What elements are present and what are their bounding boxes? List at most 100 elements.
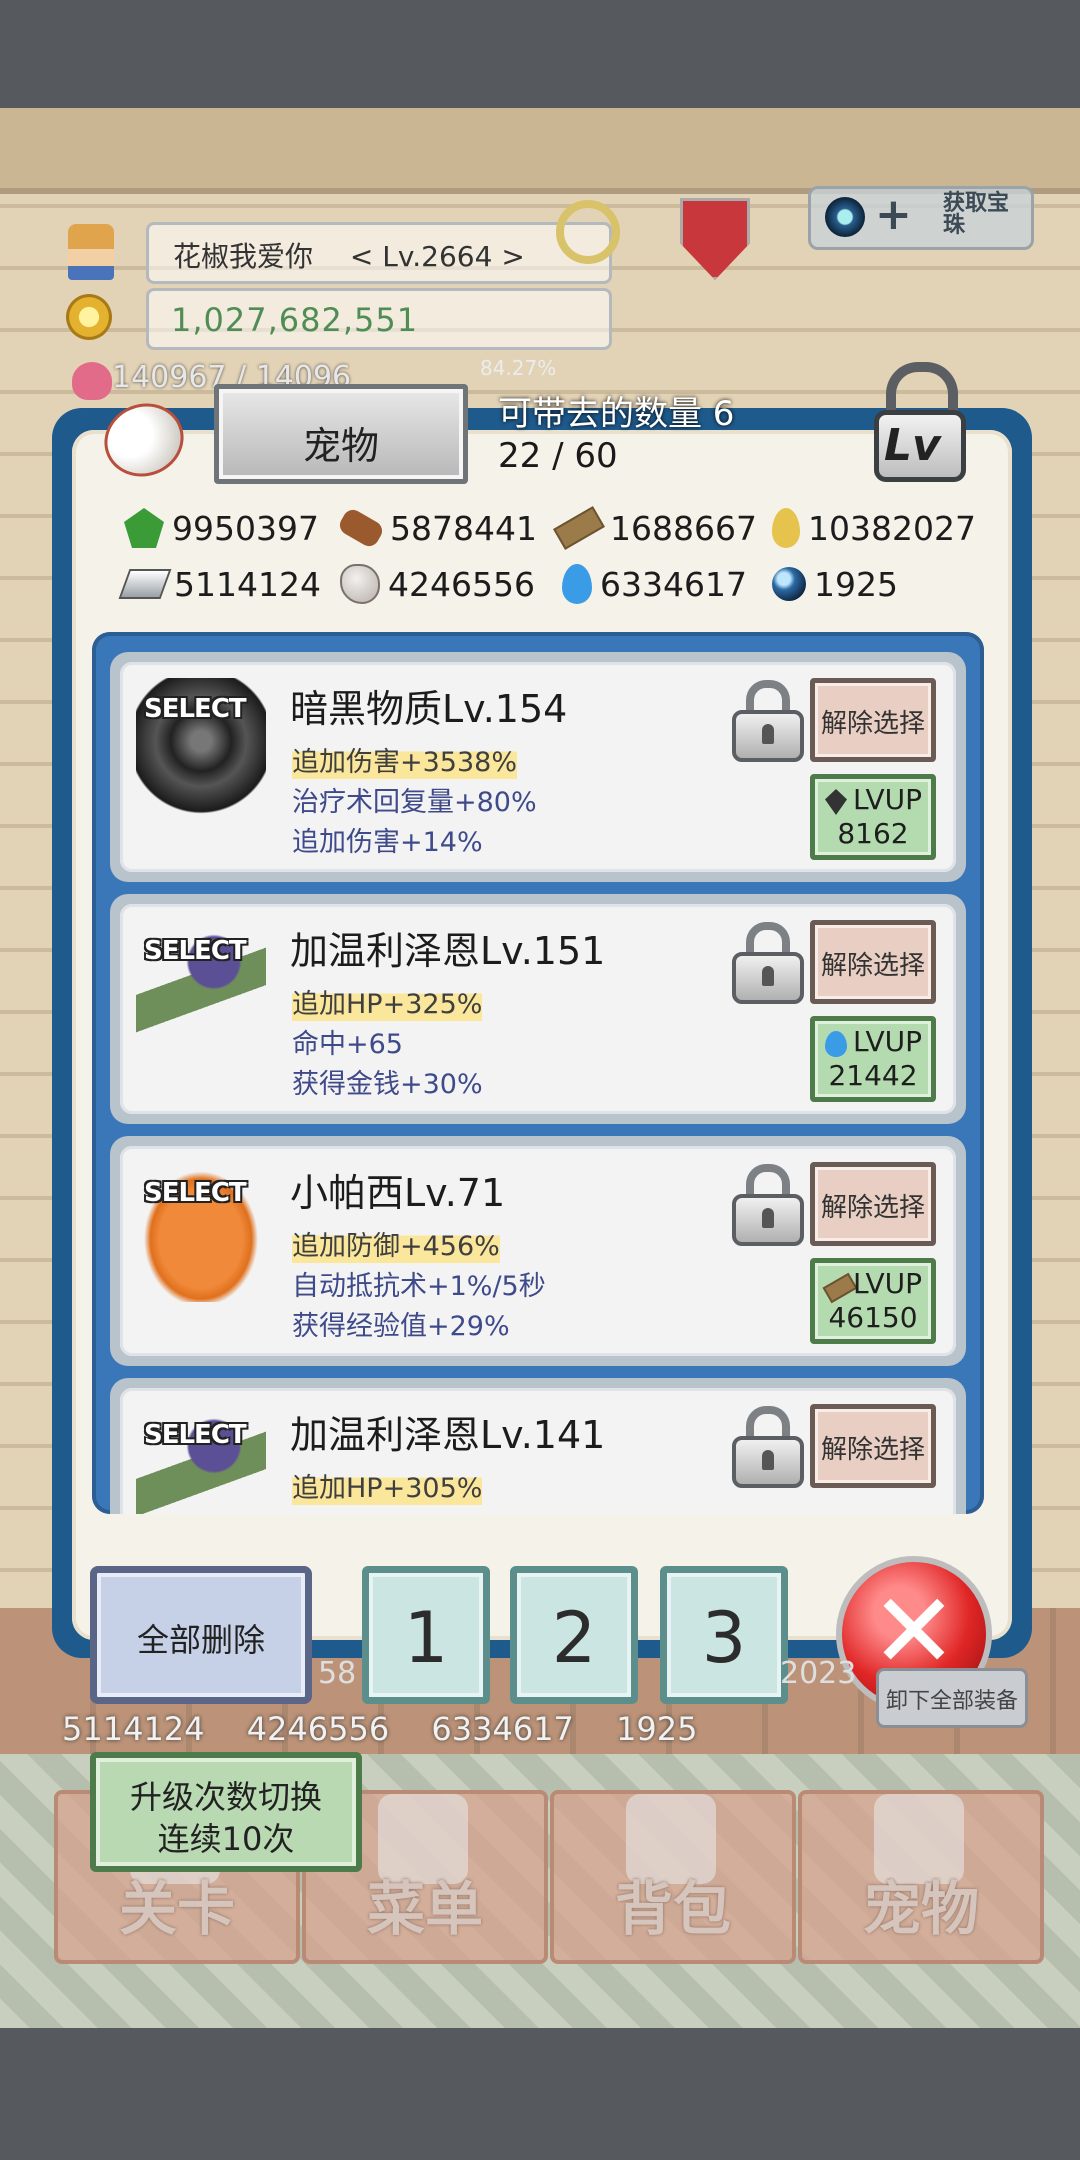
gem-icon xyxy=(825,789,847,815)
deselect-button[interactable]: 解除选择 xyxy=(810,920,936,1004)
lock-button[interactable] xyxy=(732,1406,804,1490)
select-badge: SELECT xyxy=(144,694,247,724)
pet-card[interactable]: SELECT 加温利泽恩Lv.141 追加HP+305% 解除选择 xyxy=(110,1378,966,1514)
upgrade-toggle-value: 连续10次 xyxy=(157,1820,295,1858)
pet-stat: 获得金钱+30% xyxy=(292,1069,483,1100)
select-badge: SELECT xyxy=(144,1178,247,1208)
orb-icon xyxy=(772,567,806,601)
deselect-button[interactable]: 解除选择 xyxy=(810,678,936,762)
level-up-button[interactable]: LVUP 46150 xyxy=(810,1258,936,1344)
resource-value: 1925 xyxy=(814,564,898,604)
resource-value: 4246556 xyxy=(388,564,535,604)
hud-resource-line: 5114124 4246556 6334617 1925 xyxy=(62,1710,698,1748)
deselect-label: 解除选择 xyxy=(820,1193,925,1223)
pet-card[interactable]: SELECT 暗黑物质Lv.154 追加伤害+3538% 治疗术回复量+80% … xyxy=(110,652,966,882)
gold-amount: 1,027,682,551 xyxy=(171,301,419,339)
resource-rock: 4246556 xyxy=(340,562,535,606)
carry-limit-label: 可带去的数量 6 xyxy=(498,394,735,434)
slot-label: 1 xyxy=(403,1597,449,1679)
level-lock-button[interactable]: Lv xyxy=(868,362,972,482)
resource-value: 9950397 xyxy=(172,508,319,548)
orb-icon xyxy=(825,197,865,237)
pet-name: 暗黑物质Lv.154 xyxy=(290,687,568,731)
pet-name: 小帕西Lv.71 xyxy=(290,1171,506,1215)
resource-value: 10382027 xyxy=(808,508,976,548)
delete-all-label: 全部删除 xyxy=(136,1621,265,1659)
resource-value: 1688667 xyxy=(610,508,757,548)
player-avatar xyxy=(68,224,114,280)
level-up-button[interactable]: LVUP 21442 xyxy=(810,1016,936,1102)
lock-button[interactable] xyxy=(732,1164,804,1248)
plank-icon xyxy=(553,506,605,550)
lock-button[interactable] xyxy=(732,680,804,764)
resource-drop: 10382027 xyxy=(772,506,976,550)
exp-percent: 84.27% xyxy=(480,356,557,380)
deselect-button[interactable]: 解除选择 xyxy=(810,1162,936,1246)
resource-fire: 6334617 xyxy=(562,562,747,606)
pet-card[interactable]: SELECT 小帕西Lv.71 追加防御+456% 自动抵抗术+1%/5秒 获得… xyxy=(110,1136,966,1366)
get-gem-label: 获取宝珠 xyxy=(943,191,1010,238)
delete-all-button[interactable]: 全部删除 xyxy=(90,1566,312,1704)
preset-slot-3-button[interactable]: 3 xyxy=(660,1566,788,1704)
pet-stat-main: 追加HP+305% xyxy=(292,1466,483,1505)
leaf-icon xyxy=(124,508,164,548)
preset-slot-2-button[interactable]: 2 xyxy=(510,1566,638,1704)
unequip-all-button[interactable]: 卸下全部装备 xyxy=(876,1668,1028,1728)
pet-card[interactable]: SELECT 加温利泽恩Lv.151 追加HP+325% 命中+65 获得金钱+… xyxy=(110,894,966,1124)
resource-orb: 1925 xyxy=(772,562,898,606)
drop-icon xyxy=(772,508,800,548)
pet-stat: 治疗术回复量+80% xyxy=(292,787,537,818)
plus-icon: + xyxy=(875,189,912,240)
level-up-button[interactable]: LVUP 8162 xyxy=(810,774,936,860)
pet-stat-main: 追加防御+456% xyxy=(292,1224,500,1263)
pet-stat: 自动抵抗术+1%/5秒 xyxy=(292,1271,546,1302)
player-name-level: 花椒我爱你 < Lv.2664 > xyxy=(173,240,525,273)
pet-stat: 命中+65 xyxy=(292,1029,403,1060)
get-gem-button[interactable]: + 获取宝珠 xyxy=(808,186,1034,250)
lvup-label: LVUP xyxy=(853,1267,923,1300)
hud-fragment-text: 2023 xyxy=(780,1656,857,1691)
lvup-label: LVUP xyxy=(853,1025,923,1058)
heart-icon xyxy=(72,362,112,400)
lock-button[interactable] xyxy=(732,922,804,1006)
lvup-cost: 8162 xyxy=(837,817,909,850)
pet-list[interactable]: SELECT 暗黑物质Lv.154 追加伤害+3538% 治疗术回复量+80% … xyxy=(92,632,984,1514)
keyhole xyxy=(762,1208,774,1228)
resource-log: 5878441 xyxy=(336,506,537,550)
nav-label: 宠物 xyxy=(862,1875,979,1943)
deselect-label: 解除选择 xyxy=(820,951,925,981)
nav-bag-button[interactable]: 背包 xyxy=(550,1790,796,1964)
lvup-label: LVUP xyxy=(853,783,923,816)
pet-stat: 追加伤害+14% xyxy=(292,827,483,858)
deselect-button[interactable]: 解除选择 xyxy=(810,1404,936,1488)
hud-fragment-text: 58 xyxy=(318,1656,357,1691)
nav-pet-button[interactable]: 宠物 xyxy=(798,1790,1044,1964)
panel-title-tab: 宠物 xyxy=(214,384,468,484)
fire-icon xyxy=(562,564,592,604)
resource-value: 6334617 xyxy=(600,564,747,604)
pet-name: 加温利泽恩Lv.141 xyxy=(290,1413,606,1457)
lv-label: Lv xyxy=(884,420,941,471)
resource-plank: 1688667 xyxy=(553,506,757,550)
player-name-box: 花椒我爱你 < Lv.2664 > xyxy=(146,222,612,284)
unequip-all-label: 卸下全部装备 xyxy=(885,1689,1018,1714)
rock-icon xyxy=(340,564,380,604)
nav-label: 关卡 xyxy=(118,1875,235,1943)
lvup-cost: 46150 xyxy=(828,1301,918,1334)
deselect-label: 解除选择 xyxy=(820,709,925,739)
pet-stat: 获得经验值+29% xyxy=(292,1311,510,1342)
log-icon xyxy=(336,506,386,550)
preset-slot-1-button[interactable]: 1 xyxy=(362,1566,490,1704)
resource-value: 5114124 xyxy=(174,564,321,604)
upgrade-count-toggle-button[interactable]: 升级次数切换 连续10次 xyxy=(90,1752,362,1872)
slot-label: 2 xyxy=(551,1597,597,1679)
panel-title: 宠物 xyxy=(302,424,379,468)
lvup-cost: 21442 xyxy=(828,1059,918,1092)
select-badge: SELECT xyxy=(144,1420,247,1450)
gold-coin-icon xyxy=(66,294,112,340)
ring-icon[interactable] xyxy=(556,200,620,264)
resource-leaf: 9950397 xyxy=(124,506,319,550)
slot-label: 3 xyxy=(701,1597,747,1679)
nav-label: 背包 xyxy=(614,1875,731,1943)
pet-name: 加温利泽恩Lv.151 xyxy=(290,929,606,973)
